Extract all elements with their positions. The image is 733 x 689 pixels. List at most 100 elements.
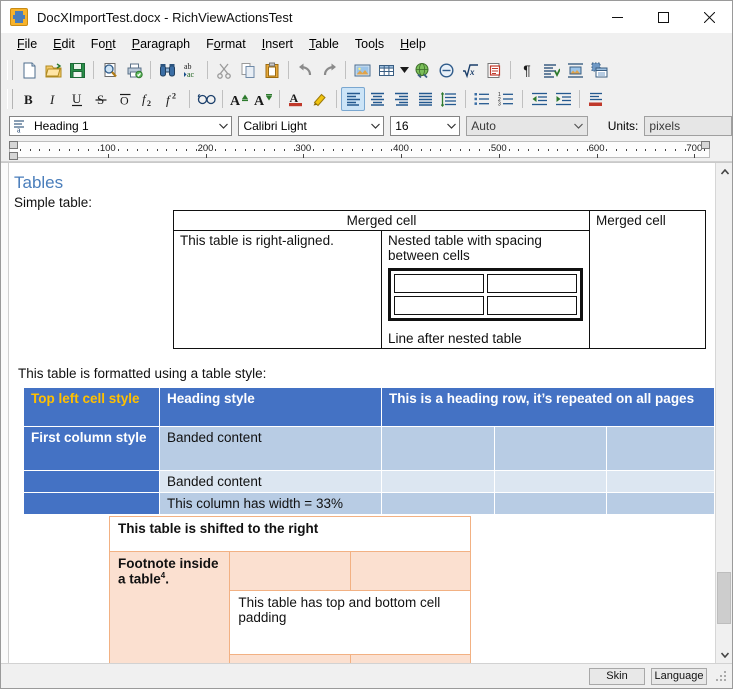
text-wrap-icon[interactable] (563, 58, 587, 82)
chevron-down-icon[interactable] (571, 117, 587, 135)
paragraph-properties-icon[interactable] (539, 58, 563, 82)
ruler-left-indent-marker[interactable] (9, 141, 18, 149)
cell-empty[interactable] (230, 552, 350, 591)
cell-empty[interactable] (494, 471, 607, 493)
units-value[interactable]: pixels (644, 116, 732, 136)
chevron-down-icon[interactable] (367, 117, 383, 135)
strikethrough-button[interactable]: S (89, 87, 113, 111)
print-preview-icon[interactable] (98, 58, 122, 82)
cell-merged-top[interactable]: Merged cell (174, 211, 590, 231)
cell-empty[interactable] (24, 471, 160, 493)
cell-top-left-style[interactable]: Top left cell style (24, 388, 160, 427)
print-icon[interactable] (122, 58, 146, 82)
cell-empty[interactable] (24, 493, 160, 515)
bullet-list-button[interactable] (470, 87, 494, 111)
cell-empty[interactable] (494, 493, 607, 515)
cell-empty[interactable] (494, 427, 607, 471)
skin-button[interactable]: Skin (589, 668, 645, 685)
cell-empty[interactable] (607, 471, 714, 493)
nested-cell[interactable] (487, 274, 577, 293)
cell-empty[interactable] (350, 552, 470, 591)
cell-merged-right[interactable]: Merged cell (590, 211, 706, 349)
font-combo[interactable]: Calibri Light (238, 116, 384, 136)
align-center-button[interactable] (365, 87, 389, 111)
hidden-text-glasses-icon[interactable] (194, 87, 218, 111)
nested-cell[interactable] (394, 296, 484, 315)
shrink-font-button[interactable]: A (251, 87, 275, 111)
cut-scissors-icon[interactable] (212, 58, 236, 82)
decrease-indent-button[interactable] (527, 87, 551, 111)
menu-font[interactable]: Font (83, 35, 124, 53)
language-button[interactable]: Language (651, 668, 707, 685)
minimize-button[interactable] (594, 1, 640, 33)
insert-picture-icon[interactable] (350, 58, 374, 82)
paragraph-background-color-button[interactable] (584, 87, 608, 111)
menu-help[interactable]: Help (392, 35, 434, 53)
cell-footnote[interactable]: Footnote inside a table4. (110, 552, 230, 664)
redo-icon[interactable] (317, 58, 341, 82)
scrollbar-thumb[interactable] (717, 572, 731, 624)
cell-nested-table-container[interactable]: Nested table with spacing between cells (382, 231, 590, 349)
find-binoculars-icon[interactable] (155, 58, 179, 82)
toolbar-grip[interactable] (7, 89, 13, 109)
font-size-combo[interactable]: 16 (390, 116, 460, 136)
close-button[interactable] (686, 1, 732, 33)
line-spacing-button[interactable] (437, 87, 461, 111)
align-left-button[interactable] (341, 87, 365, 111)
document-page[interactable]: Tables Simple table: Merged cell Merged … (10, 163, 714, 663)
cell-right-aligned-note[interactable]: This table is right-aligned. (174, 231, 382, 349)
style-combo[interactable]: a Heading 1 (9, 116, 232, 136)
ruler-hanging-indent-marker[interactable] (9, 152, 18, 160)
nested-cell[interactable] (487, 296, 577, 315)
bold-button[interactable]: B (17, 87, 41, 111)
table-shifted[interactable]: This table is shifted to the right Footn… (109, 516, 471, 663)
nested-cell[interactable] (394, 274, 484, 293)
cell-empty[interactable] (350, 655, 470, 664)
resize-grip[interactable] (715, 670, 728, 683)
cell-empty[interactable] (607, 493, 714, 515)
table-styled[interactable]: Top left cell style Heading style This i… (23, 387, 714, 515)
align-right-button[interactable] (389, 87, 413, 111)
hyperlink-globe-icon[interactable] (410, 58, 434, 82)
save-floppy-icon[interactable] (65, 58, 89, 82)
menu-tools[interactable]: Tools (347, 35, 392, 53)
ruler-right-indent-marker[interactable] (701, 141, 710, 149)
menu-insert[interactable]: Insert (254, 35, 301, 53)
align-justify-button[interactable] (413, 87, 437, 111)
cell-empty[interactable] (607, 427, 714, 471)
superscript-button[interactable]: f2 (161, 87, 185, 111)
menu-edit[interactable]: Edit (45, 35, 83, 53)
scroll-down-icon[interactable] (716, 646, 732, 663)
cell-heading-row-span[interactable]: This is a heading row, it’s repeated on … (382, 388, 715, 427)
cell-shifted-title[interactable]: This table is shifted to the right (110, 517, 471, 552)
open-folder-icon[interactable] (41, 58, 65, 82)
table-nested[interactable] (388, 268, 583, 321)
copy-icon[interactable] (236, 58, 260, 82)
underline-button[interactable]: U (65, 87, 89, 111)
increase-indent-button[interactable] (551, 87, 575, 111)
replace-abac-icon[interactable]: abac (179, 58, 203, 82)
menu-file[interactable]: File (9, 35, 45, 53)
vertical-scrollbar[interactable] (715, 163, 732, 663)
subscript-button[interactable]: f2 (137, 87, 161, 111)
highlight-color-button[interactable] (308, 87, 332, 111)
show-paragraph-marks-icon[interactable]: ¶ (515, 58, 539, 82)
font-color-button[interactable]: A (284, 87, 308, 111)
overline-button[interactable]: O (113, 87, 137, 111)
chevron-down-icon[interactable] (443, 117, 459, 135)
menu-paragraph[interactable]: Paragraph (124, 35, 198, 53)
ruler-track[interactable]: 100200300400500600700 (9, 141, 710, 158)
cell-banded-1[interactable]: Banded content (160, 427, 382, 471)
font-color-combo[interactable]: Auto (466, 116, 587, 136)
chevron-down-icon[interactable] (215, 117, 231, 135)
menu-table[interactable]: Table (301, 35, 347, 53)
grow-font-button[interactable]: A (227, 87, 251, 111)
insert-formula-icon[interactable]: x (458, 58, 482, 82)
insert-table-icon[interactable] (374, 58, 398, 82)
maximize-button[interactable] (640, 1, 686, 33)
new-document-icon[interactable] (17, 58, 41, 82)
object-properties-icon[interactable] (587, 58, 611, 82)
cell-banded-2[interactable]: Banded content (160, 471, 382, 493)
cell-empty[interactable] (382, 493, 495, 515)
italic-button[interactable]: I (41, 87, 65, 111)
